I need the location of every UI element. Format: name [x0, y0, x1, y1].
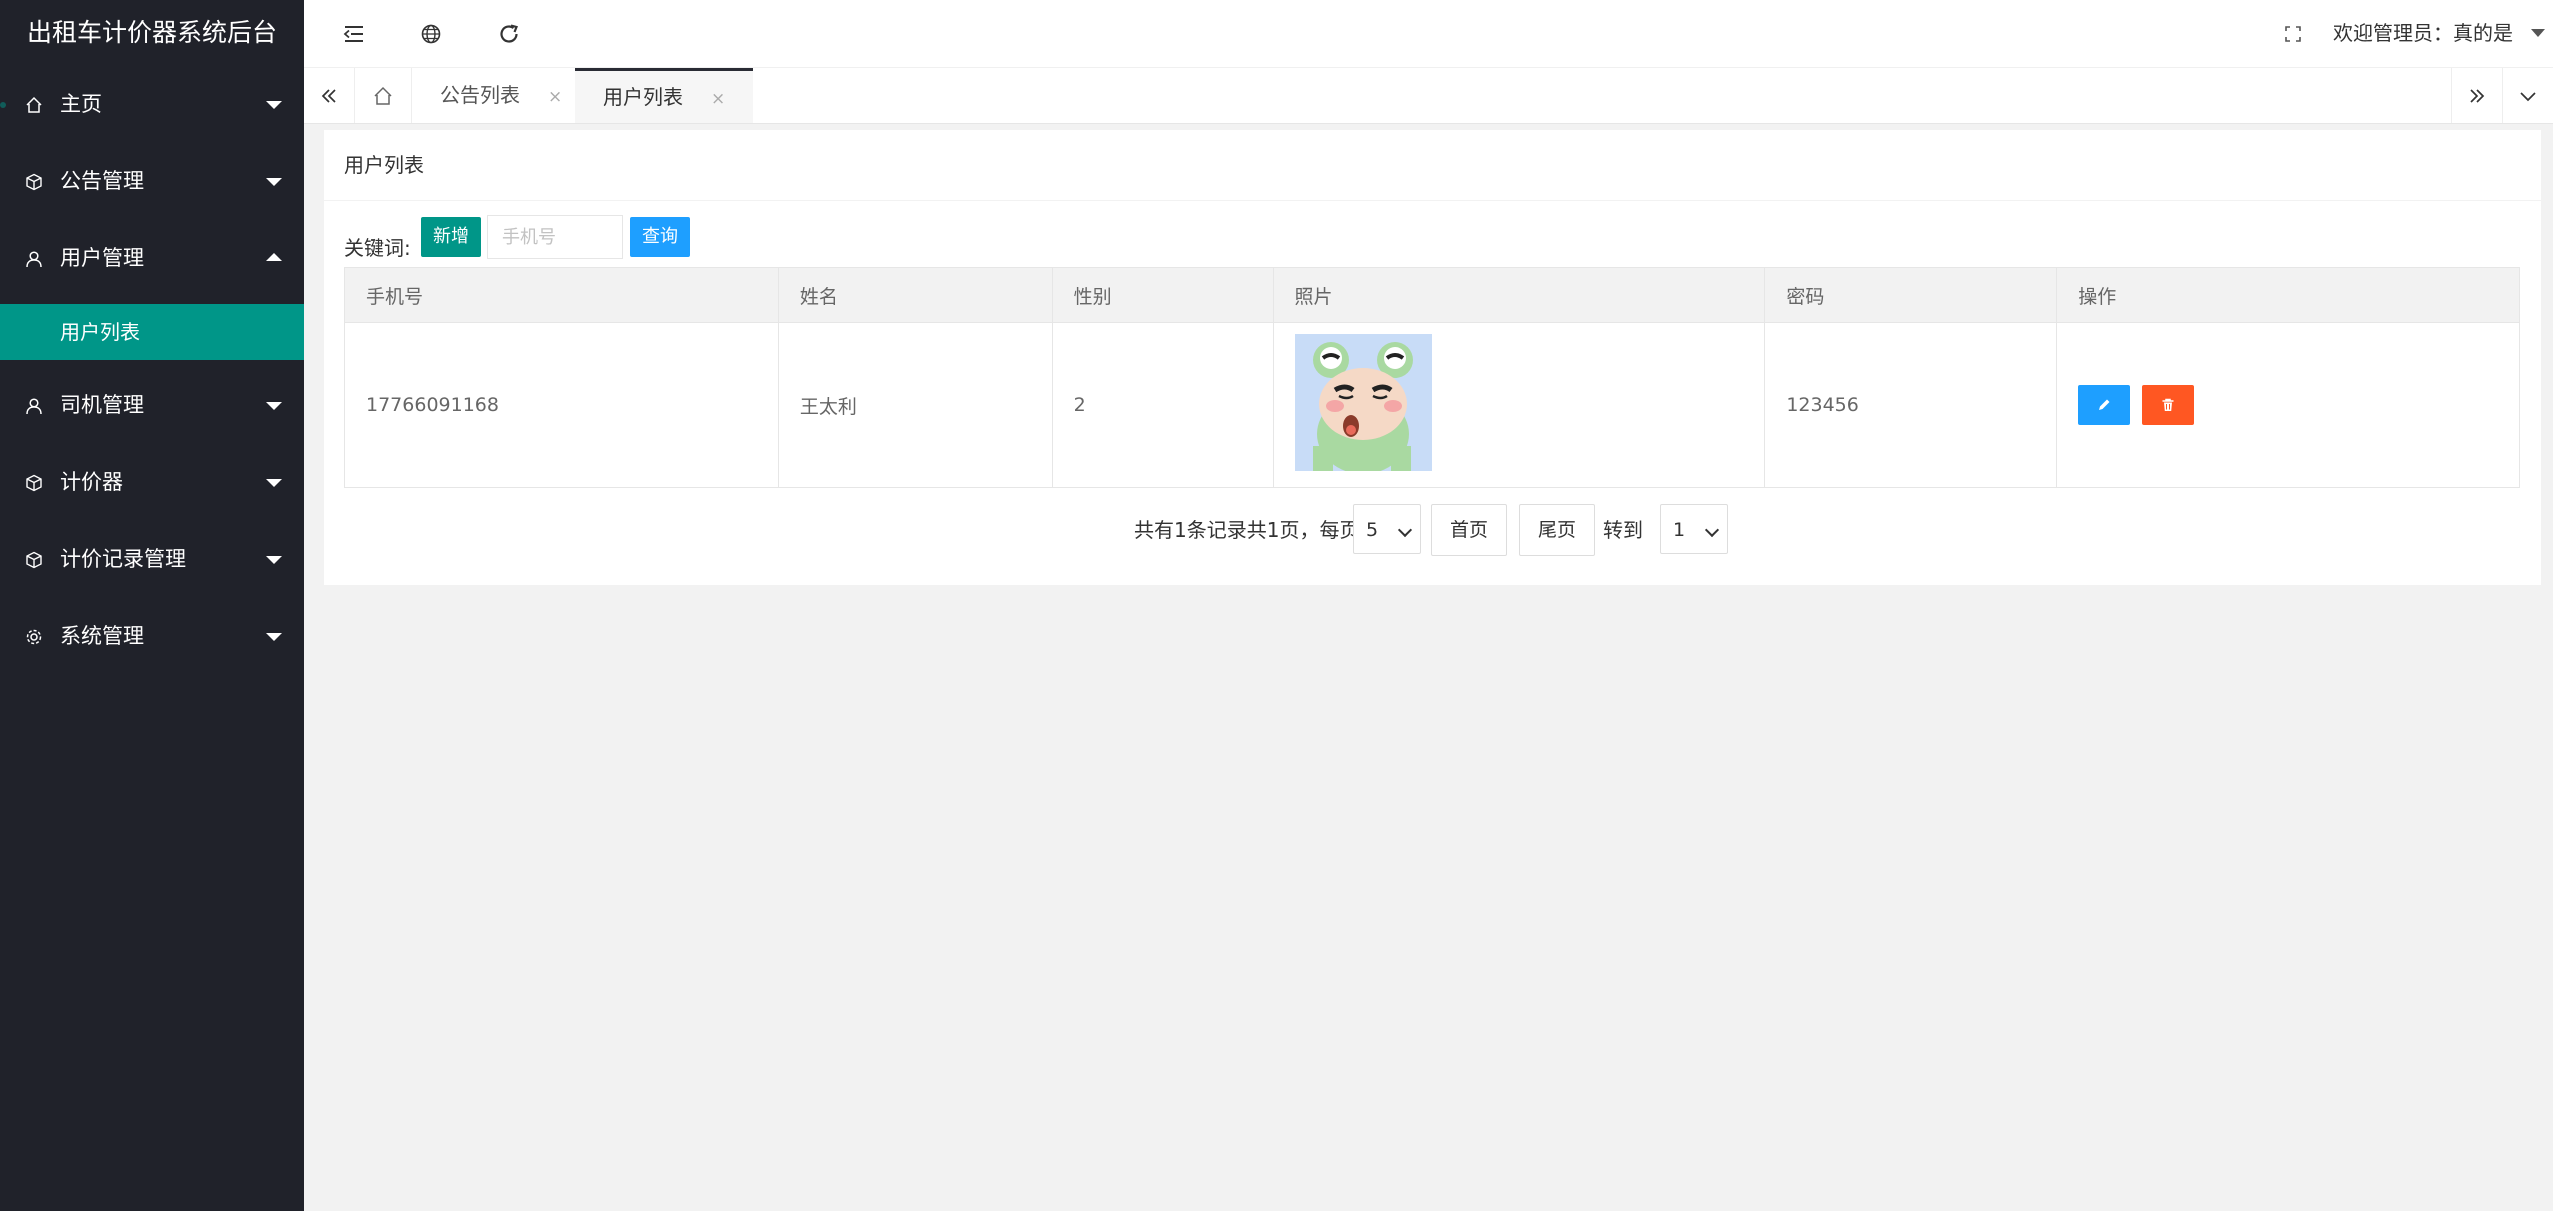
chevron-down-icon	[266, 556, 282, 564]
chevron-down-icon	[1397, 522, 1413, 538]
sidebar-item-notices[interactable]: 公告管理	[0, 143, 304, 220]
chevron-down-icon	[266, 479, 282, 487]
sidebar-item-users[interactable]: 用户管理	[0, 220, 304, 297]
chevron-down-icon[interactable]	[2531, 29, 2545, 37]
sidebar-item-label: 用户管理	[60, 246, 144, 270]
column-header-name: 姓名	[777, 267, 1053, 323]
cube-icon	[25, 521, 43, 598]
chevron-down-icon	[266, 101, 282, 109]
chevron-down-icon	[266, 402, 282, 410]
home-icon	[25, 66, 43, 143]
fullscreen-icon[interactable]	[2268, 0, 2318, 67]
tab-label: 用户列表	[603, 85, 683, 109]
pencil-icon	[2099, 399, 2110, 410]
menu-collapse-icon[interactable]	[329, 0, 379, 67]
table-header-row: 手机号 姓名 性别 照片 密码 操作	[344, 267, 2520, 323]
gear-icon	[25, 598, 43, 675]
cell-phone: 17766091168	[344, 322, 779, 488]
pagination-summary: 共有1条记录共1页，每页	[1134, 518, 1360, 542]
tab-label: 公告列表	[440, 83, 520, 107]
search-input[interactable]	[487, 215, 623, 259]
cube-icon	[25, 143, 43, 220]
sidebar-item-meter[interactable]: 计价器	[0, 444, 304, 521]
cube-icon	[25, 444, 43, 521]
sidebar-item-system[interactable]: 系统管理	[0, 598, 304, 675]
pagination: 共有1条记录共1页，每页 5 首页 尾页 转到 1	[324, 504, 2541, 556]
user-icon	[25, 367, 43, 444]
column-header-actions: 操作	[2056, 267, 2520, 323]
content-card: 用户列表 关键词: 新增 查询 手机号 姓名 性别 照片 密码 操作 17766…	[324, 130, 2541, 585]
close-icon[interactable]: ×	[711, 89, 725, 109]
page-title: 用户列表	[344, 153, 424, 177]
sidebar-item-pricing-records[interactable]: 计价记录管理	[0, 521, 304, 598]
column-header-photo: 照片	[1272, 267, 1766, 323]
chevron-down-icon	[1704, 522, 1720, 538]
app-title: 出租车计价器系统后台	[26, 18, 277, 47]
goto-label: 转到	[1603, 518, 1643, 542]
sidebar: 出租车计价器系统后台 主页 公告管理 用户管理 用户列表 司机管理 计价器 计价…	[0, 0, 304, 1211]
tabs-scroll-right-icon[interactable]	[2451, 68, 2503, 123]
keyword-label: 关键词:	[344, 236, 411, 260]
query-button[interactable]: 查询	[630, 217, 690, 257]
chevron-down-icon	[266, 178, 282, 186]
close-icon[interactable]: ×	[548, 87, 562, 107]
trash-icon	[2162, 398, 2174, 411]
tab-home-icon[interactable]	[355, 68, 412, 123]
sidebar-item-home[interactable]: 主页	[0, 66, 304, 143]
add-button[interactable]: 新增	[421, 217, 481, 257]
cell-photo	[1272, 322, 1766, 488]
welcome-text[interactable]: 欢迎管理员：真的是	[2333, 0, 2513, 67]
sidebar-item-label: 主页	[60, 92, 102, 116]
cell-actions	[2056, 322, 2520, 488]
cell-gender: 2	[1051, 322, 1274, 488]
user-icon	[25, 220, 43, 297]
column-header-gender: 性别	[1051, 267, 1274, 323]
tab-user-list[interactable]: 用户列表 ×	[575, 68, 754, 123]
cell-password: 123456	[1764, 322, 2058, 488]
sidebar-subitem-user-list[interactable]: 用户列表	[0, 304, 304, 360]
edit-button[interactable]	[2078, 385, 2131, 425]
sidebar-item-label: 司机管理	[60, 393, 144, 417]
tabs-scroll-left-icon[interactable]	[304, 68, 355, 123]
divider	[324, 200, 2541, 201]
column-header-password: 密码	[1764, 267, 2058, 323]
cell-name: 王太利	[777, 322, 1053, 488]
sidebar-item-label: 公告管理	[60, 169, 144, 193]
goto-page-value: 1	[1673, 519, 1686, 541]
goto-page-select[interactable]: 1	[1660, 504, 1728, 554]
sidebar-item-drivers[interactable]: 司机管理	[0, 367, 304, 444]
chevron-up-icon	[266, 253, 282, 261]
sidebar-item-label: 计价记录管理	[60, 547, 186, 571]
column-header-phone: 手机号	[344, 267, 779, 323]
user-photo-frog-avatar	[1294, 334, 1432, 474]
chevron-down-icon	[266, 633, 282, 641]
tab-bar: 公告列表 × 用户列表 ×	[304, 68, 2553, 124]
delete-button[interactable]	[2142, 385, 2195, 425]
table-row: 17766091168 王太利 2 123456	[344, 322, 2520, 488]
page-size-select[interactable]: 5	[1353, 504, 1421, 554]
page-size-value: 5	[1366, 519, 1379, 541]
tab-notice-list[interactable]: 公告列表 ×	[412, 68, 590, 123]
active-dot	[0, 102, 6, 108]
sidebar-item-label: 系统管理	[60, 624, 144, 648]
last-page-button[interactable]: 尾页	[1519, 504, 1595, 556]
top-header: 欢迎管理员：真的是	[304, 0, 2553, 68]
refresh-icon[interactable]	[484, 0, 534, 67]
tabs-dropdown-icon[interactable]	[2503, 68, 2553, 123]
sidebar-item-label: 计价器	[60, 470, 123, 494]
user-table: 手机号 姓名 性别 照片 密码 操作 17766091168 王太利 2 123…	[344, 267, 2520, 488]
globe-icon[interactable]	[406, 0, 456, 67]
first-page-button[interactable]: 首页	[1431, 504, 1507, 556]
